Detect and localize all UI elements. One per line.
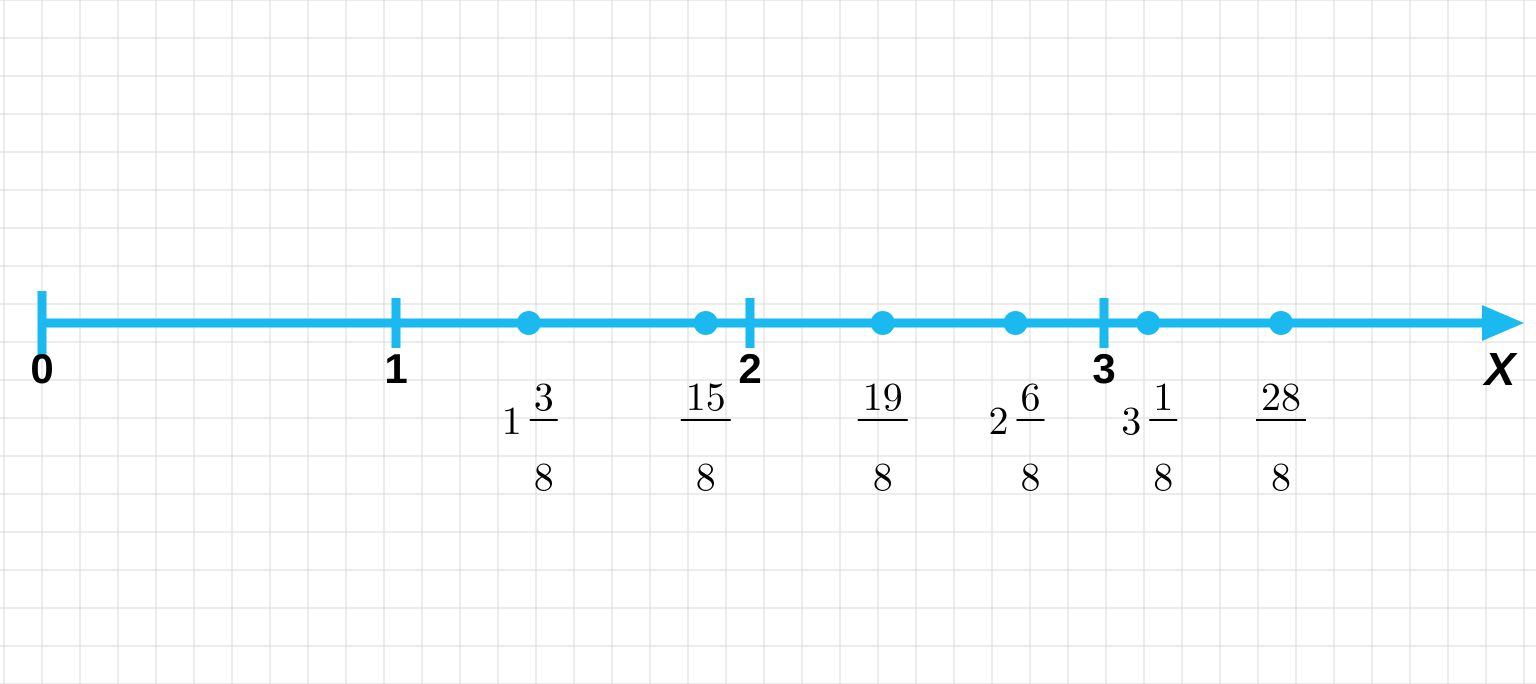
tick-label-2: 2	[738, 345, 761, 392]
point-2	[871, 311, 895, 335]
point-label-4: 31 8	[1121, 365, 1177, 502]
tick-label-3: 3	[1092, 345, 1115, 392]
grid	[0, 0, 1536, 684]
svg-text:15: 15	[686, 365, 726, 422]
svg-text:6: 6	[1021, 365, 1041, 422]
tick-label-0: 0	[30, 345, 53, 392]
point-4	[1136, 311, 1160, 335]
point-3	[1004, 311, 1028, 335]
svg-text:1: 1	[502, 389, 522, 446]
svg-text:8: 8	[534, 445, 554, 502]
axis-label-x: X	[1482, 343, 1518, 395]
svg-text:8: 8	[873, 445, 893, 502]
tick-label-1: 1	[384, 345, 407, 392]
point-label-5: 288	[1256, 365, 1306, 502]
point-0	[517, 311, 541, 335]
axis-arrowhead	[1482, 305, 1524, 341]
point-label-2: 198	[858, 365, 908, 502]
point-5	[1269, 311, 1293, 335]
point-label-3: 26 8	[989, 365, 1045, 502]
svg-text:3: 3	[534, 365, 554, 422]
svg-text:2: 2	[989, 389, 1009, 446]
svg-text:3: 3	[1121, 389, 1141, 446]
svg-text:8: 8	[1153, 445, 1173, 502]
point-label-0: 13 8	[502, 365, 558, 502]
svg-text:8: 8	[1021, 445, 1041, 502]
svg-text:1: 1	[1153, 365, 1173, 422]
point-1	[694, 311, 718, 335]
number-line-chart: 0123X138158198268318288	[0, 0, 1536, 684]
svg-text:19: 19	[863, 365, 903, 422]
svg-text:28: 28	[1261, 365, 1301, 422]
svg-text:8: 8	[696, 445, 716, 502]
svg-text:8: 8	[1271, 445, 1291, 502]
